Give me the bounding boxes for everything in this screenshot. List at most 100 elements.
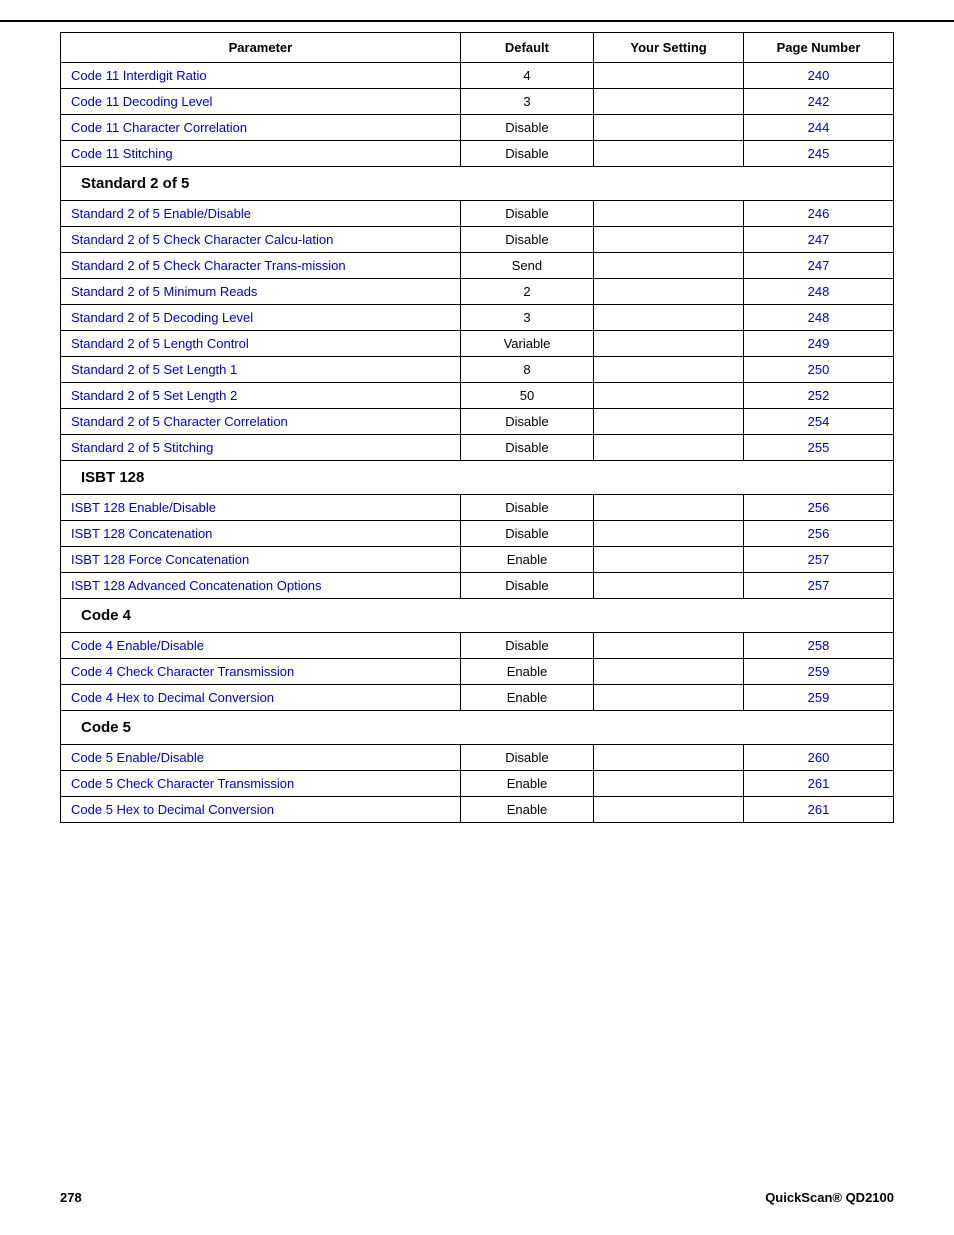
page-link[interactable]: 248 xyxy=(808,284,830,299)
page-link[interactable]: 260 xyxy=(808,750,830,765)
page-number-cell[interactable]: 259 xyxy=(744,685,894,711)
param-name[interactable]: Standard 2 of 5 Set Length 2 xyxy=(61,383,461,409)
param-name[interactable]: Code 4 Hex to Decimal Conversion xyxy=(61,685,461,711)
page-link[interactable]: 252 xyxy=(808,388,830,403)
param-name[interactable]: Standard 2 of 5 Enable/Disable xyxy=(61,201,461,227)
page-link[interactable]: 261 xyxy=(808,776,830,791)
page-link[interactable]: 261 xyxy=(808,802,830,817)
page-number-cell[interactable]: 256 xyxy=(744,521,894,547)
page-link[interactable]: 249 xyxy=(808,336,830,351)
your-setting-cell[interactable] xyxy=(594,633,744,659)
page-number-cell[interactable]: 257 xyxy=(744,547,894,573)
page-number-cell[interactable]: 261 xyxy=(744,771,894,797)
page-number-cell[interactable]: 249 xyxy=(744,331,894,357)
param-name[interactable]: Standard 2 of 5 Check Character Calcu-la… xyxy=(61,227,461,253)
param-name[interactable]: Code 4 Enable/Disable xyxy=(61,633,461,659)
page-link[interactable]: 245 xyxy=(808,146,830,161)
page-number-cell[interactable]: 246 xyxy=(744,201,894,227)
param-link[interactable]: Standard 2 of 5 Stitching xyxy=(71,440,213,455)
page-number-cell[interactable]: 256 xyxy=(744,495,894,521)
param-link[interactable]: Standard 2 of 5 Length Control xyxy=(71,336,249,351)
your-setting-cell[interactable] xyxy=(594,659,744,685)
page-number-cell[interactable]: 244 xyxy=(744,115,894,141)
page-link[interactable]: 247 xyxy=(808,258,830,273)
page-number-cell[interactable]: 248 xyxy=(744,305,894,331)
param-link[interactable]: Standard 2 of 5 Character Correlation xyxy=(71,414,288,429)
page-link[interactable]: 257 xyxy=(808,578,830,593)
param-name[interactable]: ISBT 128 Enable/Disable xyxy=(61,495,461,521)
page-link[interactable]: 248 xyxy=(808,310,830,325)
param-link[interactable]: Standard 2 of 5 Enable/Disable xyxy=(71,206,251,221)
param-name[interactable]: Code 11 Character Correlation xyxy=(61,115,461,141)
page-number-cell[interactable]: 248 xyxy=(744,279,894,305)
param-name[interactable]: Standard 2 of 5 Length Control xyxy=(61,331,461,357)
page-number-cell[interactable]: 247 xyxy=(744,227,894,253)
param-link[interactable]: Code 11 Interdigit Ratio xyxy=(71,68,207,83)
page-link[interactable]: 247 xyxy=(808,232,830,247)
param-link[interactable]: Code 4 Check Character Transmission xyxy=(71,664,294,679)
page-number-cell[interactable]: 254 xyxy=(744,409,894,435)
param-link[interactable]: Standard 2 of 5 Set Length 2 xyxy=(71,388,237,403)
param-link[interactable]: ISBT 128 Concatenation xyxy=(71,526,212,541)
your-setting-cell[interactable] xyxy=(594,115,744,141)
param-link[interactable]: ISBT 128 Enable/Disable xyxy=(71,500,216,515)
param-link[interactable]: Code 11 Decoding Level xyxy=(71,94,212,109)
param-link[interactable]: Code 11 Stitching xyxy=(71,146,173,161)
your-setting-cell[interactable] xyxy=(594,383,744,409)
page-link[interactable]: 257 xyxy=(808,552,830,567)
page-link[interactable]: 259 xyxy=(808,690,830,705)
your-setting-cell[interactable] xyxy=(594,227,744,253)
page-number-cell[interactable]: 257 xyxy=(744,573,894,599)
page-number-cell[interactable]: 245 xyxy=(744,141,894,167)
your-setting-cell[interactable] xyxy=(594,253,744,279)
page-number-cell[interactable]: 261 xyxy=(744,797,894,823)
param-name[interactable]: Standard 2 of 5 Minimum Reads xyxy=(61,279,461,305)
page-link[interactable]: 258 xyxy=(808,638,830,653)
page-number-cell[interactable]: 242 xyxy=(744,89,894,115)
your-setting-cell[interactable] xyxy=(594,331,744,357)
page-link[interactable]: 244 xyxy=(808,120,830,135)
page-link[interactable]: 256 xyxy=(808,500,830,515)
param-name[interactable]: Code 5 Enable/Disable xyxy=(61,745,461,771)
param-link[interactable]: ISBT 128 Advanced Concatenation Options xyxy=(71,578,322,593)
param-name[interactable]: Standard 2 of 5 Character Correlation xyxy=(61,409,461,435)
your-setting-cell[interactable] xyxy=(594,305,744,331)
param-link[interactable]: Code 5 Hex to Decimal Conversion xyxy=(71,802,274,817)
param-name[interactable]: Code 4 Check Character Transmission xyxy=(61,659,461,685)
page-number-cell[interactable]: 258 xyxy=(744,633,894,659)
your-setting-cell[interactable] xyxy=(594,357,744,383)
your-setting-cell[interactable] xyxy=(594,573,744,599)
your-setting-cell[interactable] xyxy=(594,409,744,435)
page-link[interactable]: 256 xyxy=(808,526,830,541)
page-link[interactable]: 240 xyxy=(808,68,830,83)
page-link[interactable]: 254 xyxy=(808,414,830,429)
param-name[interactable]: ISBT 128 Concatenation xyxy=(61,521,461,547)
param-link[interactable]: Code 11 Character Correlation xyxy=(71,120,247,135)
param-name[interactable]: Standard 2 of 5 Set Length 1 xyxy=(61,357,461,383)
page-number-cell[interactable]: 255 xyxy=(744,435,894,461)
your-setting-cell[interactable] xyxy=(594,521,744,547)
your-setting-cell[interactable] xyxy=(594,797,744,823)
param-name[interactable]: Code 11 Interdigit Ratio xyxy=(61,63,461,89)
your-setting-cell[interactable] xyxy=(594,685,744,711)
page-link[interactable]: 259 xyxy=(808,664,830,679)
page-link[interactable]: 242 xyxy=(808,94,830,109)
param-name[interactable]: ISBT 128 Advanced Concatenation Options xyxy=(61,573,461,599)
param-link[interactable]: Code 4 Hex to Decimal Conversion xyxy=(71,690,274,705)
page-link[interactable]: 246 xyxy=(808,206,830,221)
your-setting-cell[interactable] xyxy=(594,279,744,305)
param-name[interactable]: ISBT 128 Force Concatenation xyxy=(61,547,461,573)
page-number-cell[interactable]: 247 xyxy=(744,253,894,279)
your-setting-cell[interactable] xyxy=(594,495,744,521)
param-name[interactable]: Standard 2 of 5 Stitching xyxy=(61,435,461,461)
param-name[interactable]: Code 5 Hex to Decimal Conversion xyxy=(61,797,461,823)
param-link[interactable]: Standard 2 of 5 Minimum Reads xyxy=(71,284,257,299)
your-setting-cell[interactable] xyxy=(594,63,744,89)
page-link[interactable]: 255 xyxy=(808,440,830,455)
param-link[interactable]: Standard 2 of 5 Decoding Level xyxy=(71,310,253,325)
page-number-cell[interactable]: 240 xyxy=(744,63,894,89)
your-setting-cell[interactable] xyxy=(594,771,744,797)
page-number-cell[interactable]: 259 xyxy=(744,659,894,685)
your-setting-cell[interactable] xyxy=(594,141,744,167)
your-setting-cell[interactable] xyxy=(594,89,744,115)
